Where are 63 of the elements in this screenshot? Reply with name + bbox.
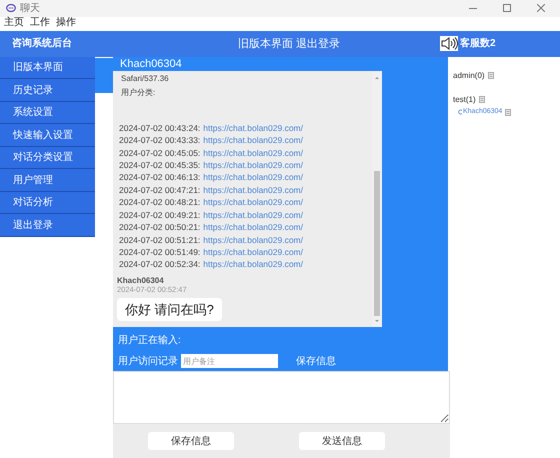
sidebar-item[interactable]: 对话分类设置: [0, 146, 95, 170]
visit-link[interactable]: https://chat.bolan029.com/: [203, 246, 303, 258]
chat-title: Khach06304: [119, 58, 183, 71]
brand-title: 咨询系统后台: [11, 36, 73, 52]
visit-link[interactable]: https://chat.bolan029.com/: [203, 134, 303, 147]
visit-link[interactable]: https://chat.bolan029.com/: [203, 122, 303, 134]
visit-time: 2024-07-02 00:47:21:: [119, 184, 200, 196]
info-text: 用户分类:: [120, 86, 156, 99]
info-text: Safari/537.36: [120, 72, 170, 85]
sidebar-item[interactable]: 退出登录: [0, 214, 95, 237]
menu-item[interactable]: 主页: [4, 17, 24, 30]
menu-item[interactable]: 操作: [56, 17, 76, 30]
visit-link[interactable]: https://chat.bolan029.com/: [203, 196, 303, 209]
note-icon[interactable]: [505, 108, 512, 116]
sidebar-item[interactable]: 旧版本界面: [0, 56, 95, 80]
maximize-icon[interactable]: [503, 4, 511, 12]
user-group[interactable]: admin(0): [453, 70, 485, 82]
refresh-icon: [458, 109, 463, 116]
sidebar-item[interactable]: 快速输入设置: [0, 124, 95, 147]
visit-link[interactable]: https://chat.bolan029.com/: [203, 146, 303, 160]
record-label: 用户访问记录: [118, 354, 178, 369]
sidebar-item[interactable]: 历史记录: [0, 79, 95, 102]
user-group[interactable]: test(1): [453, 94, 476, 106]
visit-time: 2024-07-02 00:51:49:: [119, 246, 200, 258]
visit-time: 2024-07-02 00:48:21:: [119, 196, 200, 209]
sidebar-item[interactable]: 系统设置: [0, 102, 95, 124]
sidebar-item[interactable]: 用户管理: [0, 169, 95, 192]
sender-name: Khach06304: [117, 276, 165, 285]
message-input[interactable]: [113, 371, 450, 424]
visit-time: 2024-07-02 00:49:21:: [119, 208, 200, 222]
visit-link[interactable]: https://chat.bolan029.com/: [203, 171, 303, 184]
visit-link[interactable]: https://chat.bolan029.com/: [203, 208, 303, 222]
note-field[interactable]: 用户备注: [181, 354, 278, 368]
window-title: 聊天: [20, 2, 40, 16]
visit-link[interactable]: https://chat.bolan029.com/: [203, 184, 303, 196]
sidebar-item[interactable]: 对话分析: [0, 192, 95, 214]
visit-time: 2024-07-02 00:46:13:: [119, 171, 200, 184]
speaker-icon[interactable]: [440, 36, 458, 52]
message-bubble: 你好 请问在吗?: [117, 298, 222, 321]
note-icon[interactable]: [488, 72, 494, 80]
visit-link[interactable]: https://chat.bolan029.com/: [203, 258, 303, 271]
agent-count: 客服数2: [460, 36, 496, 52]
save-link[interactable]: 保存信息: [296, 354, 336, 369]
visit-time: 2024-07-02 00:52:34:: [119, 258, 200, 271]
header-link[interactable]: 退出登录: [296, 36, 340, 52]
typing-status: 用户正在输入:: [117, 334, 182, 348]
note-icon[interactable]: [478, 96, 485, 104]
visit-link[interactable]: https://chat.bolan029.com/: [203, 221, 303, 234]
visit-time: 2024-07-02 00:50:21:: [119, 221, 200, 234]
close-icon[interactable]: [537, 4, 545, 12]
minimize-icon[interactable]: [469, 8, 477, 9]
chat-icon: [6, 4, 16, 13]
header-link[interactable]: 旧版本界面: [238, 36, 293, 52]
action-button[interactable]: 发送信息: [299, 432, 385, 450]
visit-link[interactable]: https://chat.bolan029.com/: [203, 234, 303, 246]
visit-time: 2024-07-02 00:43:24:: [119, 122, 200, 134]
visit-time: 2024-07-02 00:45:05:: [119, 146, 200, 160]
visit-time: 2024-07-02 00:43:33:: [119, 134, 200, 147]
visit-time: 2024-07-02 00:45:35:: [119, 159, 200, 172]
visit-link[interactable]: https://chat.bolan029.com/: [203, 159, 303, 172]
action-button[interactable]: 保存信息: [148, 432, 234, 450]
visit-time: 2024-07-02 00:51:21:: [119, 234, 200, 246]
menu-item[interactable]: 工作: [30, 17, 50, 30]
